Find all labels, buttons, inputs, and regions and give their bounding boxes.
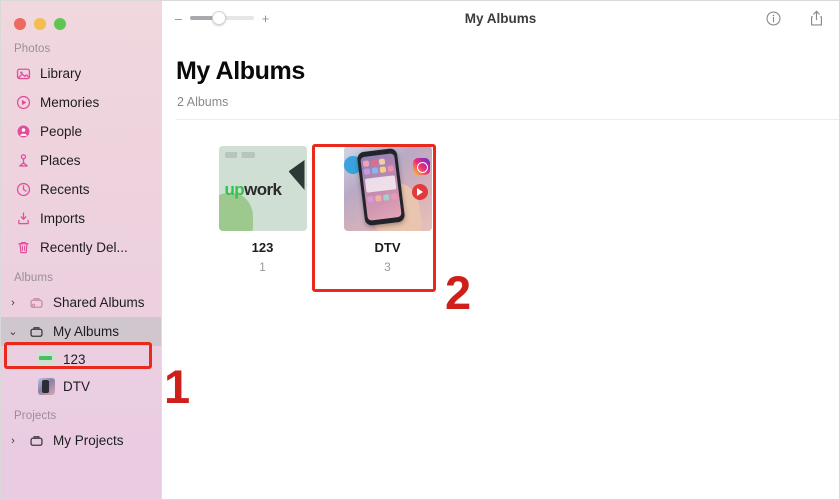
sidebar-item-label: My Projects xyxy=(53,433,124,448)
sidebar-album-dtv[interactable]: DTV xyxy=(1,373,161,400)
decorative-shape xyxy=(288,160,305,190)
sidebar-item-places[interactable]: Places xyxy=(1,146,161,175)
album-thumbnail[interactable] xyxy=(343,146,432,231)
sidebar-item-label: My Albums xyxy=(53,324,120,339)
sidebar-item-label: Library xyxy=(40,66,82,81)
page-title: My Albums xyxy=(176,57,305,85)
sidebar-item-label: Imports xyxy=(40,211,86,226)
zoom-slider-thumb[interactable] xyxy=(211,11,226,25)
sidebar-item-memories[interactable]: Memories xyxy=(1,88,161,117)
zoom-in-button[interactable]: + xyxy=(261,12,270,25)
share-icon[interactable] xyxy=(808,9,825,28)
window-traffic-lights xyxy=(1,1,161,35)
album-card-123[interactable]: upwork 123 1 xyxy=(200,140,325,282)
sidebar-item-label: Memories xyxy=(40,95,100,110)
youtube-app-icon xyxy=(411,184,428,200)
sidebar-album-label: DTV xyxy=(63,379,90,394)
decorative-shape xyxy=(224,152,255,158)
instagram-app-icon xyxy=(412,158,430,175)
album-item-count: 1 xyxy=(259,260,266,274)
album-item-count: 3 xyxy=(384,260,391,274)
album-thumbnail[interactable]: upwork xyxy=(218,146,307,231)
sidebar-item-recently-deleted[interactable]: Recently Del... xyxy=(1,233,161,262)
trash-icon xyxy=(14,239,32,257)
sidebar-item-shared-albums[interactable]: › Shared Albums xyxy=(1,288,161,317)
decorative-phone xyxy=(356,147,405,227)
minimize-window-button[interactable] xyxy=(34,18,46,30)
album-name: 123 xyxy=(251,240,274,255)
sidebar-item-my-albums[interactable]: ⌄ My Albums xyxy=(1,317,161,346)
photos-app-window: Photos Library Memories People Places Re… xyxy=(0,0,840,500)
album-card-dtv[interactable]: DTV 3 xyxy=(325,140,450,282)
chevron-right-icon[interactable]: › xyxy=(7,297,19,309)
album-icon xyxy=(27,323,45,341)
sidebar-item-label: Recents xyxy=(40,182,90,197)
zoom-slider-track[interactable] xyxy=(190,11,254,25)
chevron-right-icon[interactable]: › xyxy=(7,435,19,447)
close-window-button[interactable] xyxy=(14,18,26,30)
decorative-phone-screen xyxy=(359,153,402,221)
project-icon xyxy=(27,432,45,450)
album-count-subtitle: 2 Albums xyxy=(177,95,229,109)
import-icon xyxy=(14,210,32,228)
sidebar-album-label: 123 xyxy=(63,352,86,367)
sidebar-item-my-projects[interactable]: › My Projects xyxy=(1,426,161,455)
sidebar-section-projects-header: Projects xyxy=(14,410,57,422)
sidebar-section-albums-header: Albums xyxy=(14,272,53,284)
sidebar-item-recents[interactable]: Recents xyxy=(1,175,161,204)
decorative-widget xyxy=(364,175,396,193)
sidebar-item-imports[interactable]: Imports xyxy=(1,204,161,233)
sidebar-item-label: Recently Del... xyxy=(40,240,128,255)
zoom-out-button[interactable]: – xyxy=(174,12,183,25)
memories-icon xyxy=(14,94,32,112)
sidebar-item-people[interactable]: People xyxy=(1,117,161,146)
sidebar-item-library[interactable]: Library xyxy=(1,59,161,88)
sidebar: Photos Library Memories People Places Re… xyxy=(1,1,161,499)
album-grid: upwork 123 1 DTV 3 xyxy=(176,120,839,282)
zoom-slider[interactable]: – + xyxy=(174,11,270,25)
sidebar-section-photos-header: Photos xyxy=(14,43,51,55)
chevron-down-icon[interactable]: ⌄ xyxy=(7,325,19,338)
toolbar: – + My Albums xyxy=(162,1,839,35)
sidebar-item-label: People xyxy=(40,124,83,139)
content-area: My Albums 2 Albums upwork 123 1 DTV 3 xyxy=(162,35,839,499)
sidebar-album-123[interactable]: 123 xyxy=(1,346,161,373)
sidebar-item-label: Shared Albums xyxy=(53,295,145,310)
toolbar-actions xyxy=(765,9,825,28)
upwork-thumb-art: upwork xyxy=(218,146,307,231)
places-pin-icon xyxy=(14,152,32,170)
upwork-wordmark: upwork xyxy=(224,180,282,199)
dtv-thumb-art xyxy=(343,146,432,231)
shared-album-icon xyxy=(27,294,45,312)
sidebar-item-label: Places xyxy=(40,153,81,168)
album-thumbnail-icon xyxy=(38,378,55,395)
photos-library-icon xyxy=(14,65,32,83)
info-circle-icon[interactable] xyxy=(765,10,782,27)
clock-icon xyxy=(14,181,32,199)
maximize-window-button[interactable] xyxy=(54,18,66,30)
album-thumbnail-icon xyxy=(38,351,55,368)
album-name: DTV xyxy=(374,240,401,255)
people-icon xyxy=(14,123,32,141)
main-panel: – + My Albums My Albums 2 Albums upwork … xyxy=(161,1,839,499)
